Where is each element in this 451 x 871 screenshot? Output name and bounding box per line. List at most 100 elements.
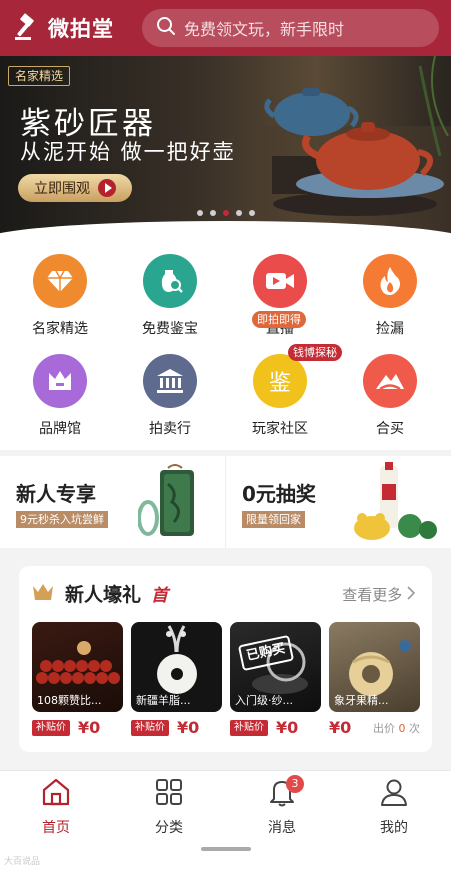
product-caption: 108颗赞比... [37,694,102,707]
banner-subtitle: 从泥开始 做一把好壶 [20,140,236,164]
vase-search-icon [143,254,197,308]
crown-icon [33,354,87,408]
home-indicator[interactable] [201,847,251,851]
crown-icon [31,582,55,606]
tab-label: 消息 [268,820,296,836]
watch-now-button[interactable]: 立即围观 [18,174,132,202]
category-live[interactable]: 即拍即得 直播 [224,254,336,344]
product-price: ¥0 [177,718,200,737]
category-group-buy[interactable]: 合买 [334,354,446,444]
play-icon [98,179,116,197]
banner-tag: 名家精选 [8,66,71,86]
category-auction-house[interactable]: 拍卖行 [114,354,226,444]
tab-label: 分类 [155,820,183,836]
product-image: 象牙果精... [329,622,420,712]
price-row: 补贴价 ¥0 [131,718,222,737]
bid-label: 出价 [373,721,395,735]
community-tag: 钱博探秘 [288,344,342,361]
gift-badge: 首 [151,586,169,606]
lottery-promo-card[interactable]: 0元抽奖 限量领回家 [225,456,450,548]
chevron-right-icon [407,586,416,604]
price-row: ¥0 出价 0 次 [329,718,420,737]
bottom-tab-bar: 首页 分类 3 消息 我的 [0,770,451,871]
carousel-dot[interactable] [210,210,216,216]
subsidy-tag: 补贴价 [131,719,169,736]
tab-category[interactable]: 分类 [129,777,209,837]
carousel-dot-active[interactable] [223,210,229,216]
see-more-link[interactable]: 查看更多 [342,584,416,605]
category-label: 免费鉴宝 [142,321,198,337]
watch-now-label: 立即围观 [34,181,90,197]
product-caption: 新疆羊脂... [136,694,191,707]
newcomer-gift-section: 新人壕礼 首 查看更多 108颗赞比... 补贴价 ¥0 新疆羊脂... 补贴价… [19,566,432,752]
category-label: 捡漏 [376,321,404,337]
jian-icon: 鉴 [253,354,307,408]
carousel-dot[interactable] [249,210,255,216]
search-input[interactable]: 免费领文玩，新手限时 [142,9,439,47]
video-icon [253,254,307,308]
tab-profile[interactable]: 我的 [354,777,434,837]
bid-number: 0 [398,721,406,735]
promo-row: 新人专享 9元秒杀入坑尝鲜 0元抽奖 限量领回家 [0,456,451,548]
product-card[interactable]: 象牙果精... ¥0 出价 0 次 [329,622,420,737]
product-image: 新疆羊脂... [131,622,222,712]
hero-banner[interactable]: 名家精选 紫砂匠器 从泥开始 做一把好壶 立即围观 [0,56,451,236]
search-icon [156,16,176,40]
carousel-indicator[interactable] [197,210,255,216]
category-appraisal[interactable]: 免费鉴宝 [114,254,226,344]
gift-title: 新人壕礼 [65,584,142,606]
search-placeholder: 免费领文玩，新手限时 [184,20,345,39]
user-icon [379,777,409,811]
product-card[interactable]: 已购买 入门级·纱... 补贴价 ¥0 [230,622,321,737]
flame-icon [363,254,417,308]
see-more-label: 查看更多 [342,586,403,604]
tab-label: 我的 [380,820,408,836]
app-header: 微拍堂 免费领文玩，新手限时 [0,0,451,56]
product-card[interactable]: 新疆羊脂... 补贴价 ¥0 [131,622,222,737]
app-name: 微拍堂 [48,17,114,41]
carousel-dot[interactable] [236,210,242,216]
bid-unit: 次 [409,721,420,735]
category-bargain[interactable]: 捡漏 [334,254,446,344]
mountain-icon [363,354,417,408]
category-label: 品牌馆 [39,421,81,437]
category-community[interactable]: 鉴 玩家社区 [224,354,336,444]
prize-bundle-image [354,462,437,540]
carousel-dot[interactable] [197,210,203,216]
tab-home[interactable]: 首页 [16,777,96,837]
price-row: 补贴价 ¥0 [32,718,123,737]
purchased-stamp-label: 已购买 [245,641,287,664]
promo-subtitle: 限量领回家 [242,511,305,528]
subsidy-tag: 补贴价 [230,719,268,736]
app-logo[interactable]: 微拍堂 [12,13,142,43]
product-price: ¥0 [329,718,352,737]
tab-messages[interactable]: 3 消息 [242,775,322,837]
newcomer-promo-card[interactable]: 新人专享 9元秒杀入坑尝鲜 [0,456,225,548]
bid-count: 出价 0 次 [373,720,420,736]
promo-title: 0元抽奖 [242,482,316,506]
product-card[interactable]: 108颗赞比... 补贴价 ¥0 [32,622,123,737]
watermark: 大百说品 [4,857,41,867]
tab-label: 首页 [42,820,70,836]
promo-subtitle: 9元秒杀入坑尝鲜 [16,511,108,528]
home-icon [41,777,71,811]
grid-icon [154,777,184,811]
price-row: 补贴价 ¥0 [230,718,321,737]
product-caption: 象牙果精... [334,694,389,707]
category-brands[interactable]: 品牌馆 [4,354,116,444]
subsidy-tag: 补贴价 [32,719,70,736]
jade-pendant-image [138,464,194,536]
product-price: ¥0 [276,718,299,737]
category-masters[interactable]: 名家精选 [4,254,116,344]
message-count-badge: 3 [286,775,304,793]
category-label: 玩家社区 [252,421,308,437]
bank-icon [143,354,197,408]
product-image: 108颗赞比... [32,622,123,712]
live-tag: 即拍即得 [252,311,306,328]
product-price: ¥0 [78,718,101,737]
svg-text:鉴: 鉴 [269,371,291,394]
promo-title: 新人专享 [16,482,96,506]
category-grid: 名家精选 免费鉴宝 即拍即得 直播 捡漏 品牌馆 拍卖行 鉴 玩家社区 合买 钱… [0,236,451,450]
category-label: 名家精选 [32,321,88,337]
gift-header: 新人壕礼 首 [31,580,168,607]
